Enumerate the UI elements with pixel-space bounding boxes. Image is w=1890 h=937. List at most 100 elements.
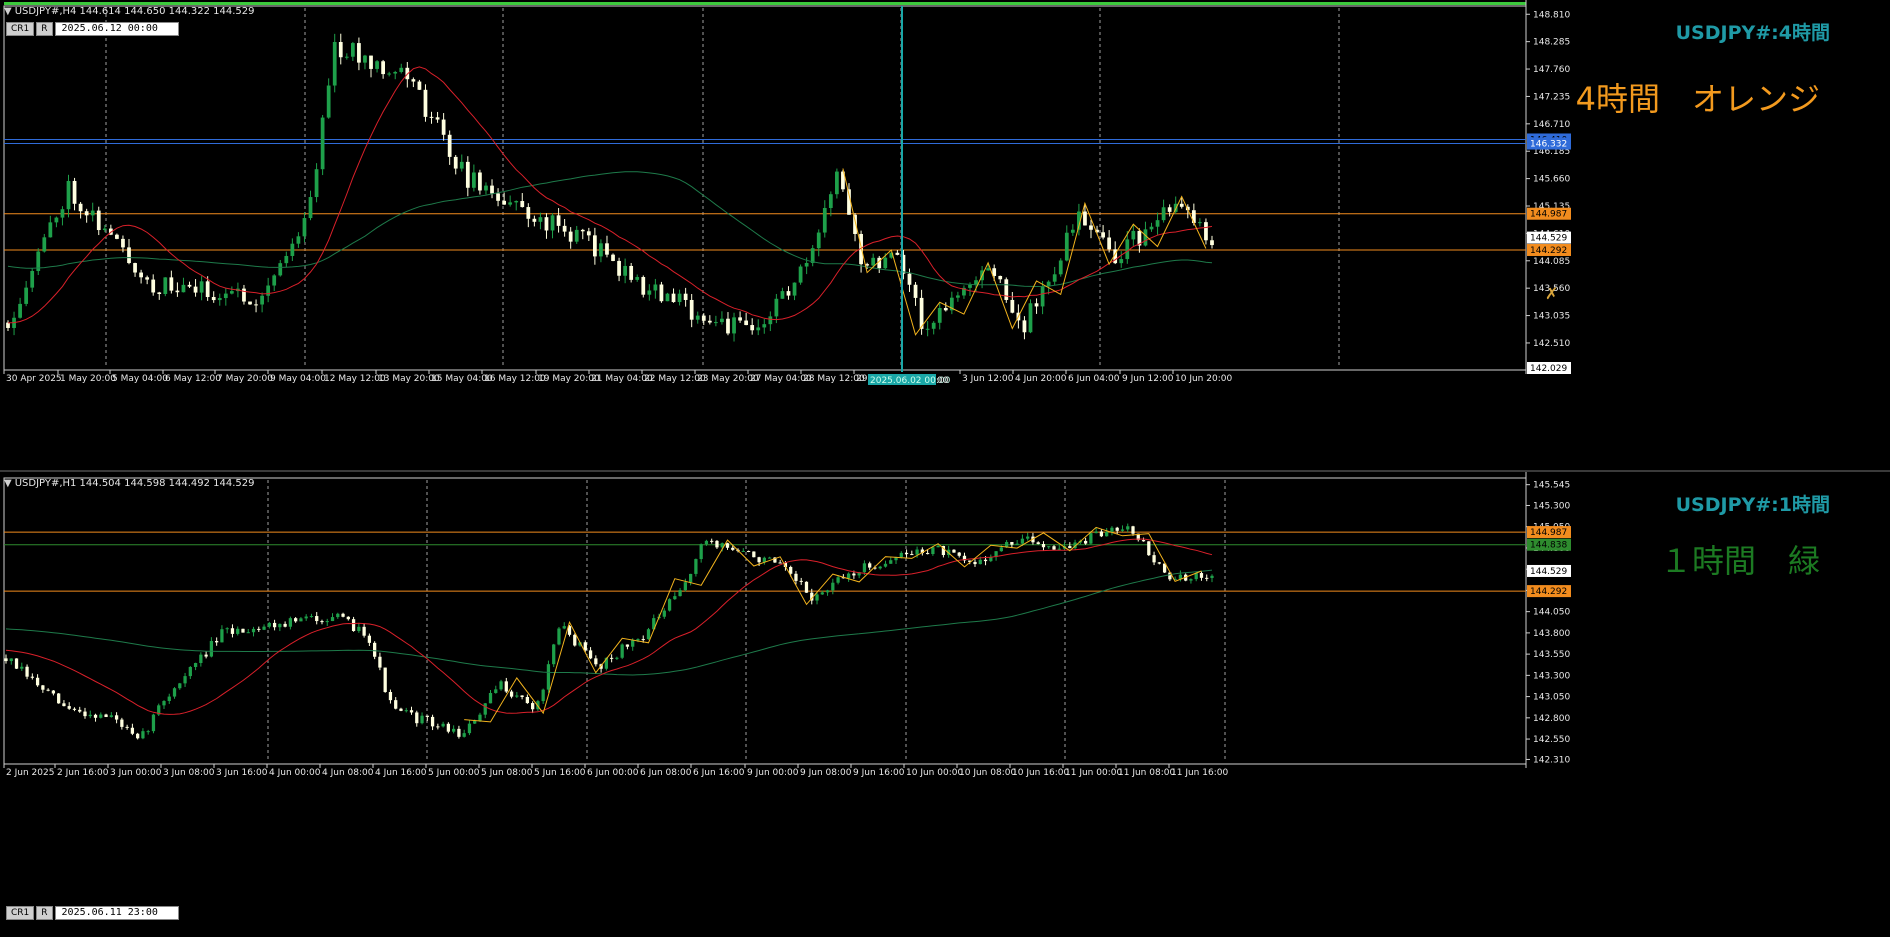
- candle-body: [836, 577, 840, 583]
- time-tick-label: 4 Jun 08:00: [322, 768, 374, 778]
- candle-body: [520, 201, 525, 208]
- candle-body: [1057, 548, 1061, 550]
- price-label-text: 144.292: [1530, 246, 1567, 256]
- candle-body: [588, 650, 593, 659]
- candle-body: [496, 193, 500, 201]
- candle-body: [51, 690, 56, 694]
- candle-body: [429, 116, 434, 118]
- current-price-text: 144.529: [1530, 567, 1567, 577]
- candle-body: [653, 284, 658, 291]
- candle-body: [378, 656, 382, 668]
- candle-body: [399, 67, 404, 72]
- candle-body: [272, 622, 277, 628]
- candle-body: [120, 719, 124, 727]
- candle-body: [188, 666, 192, 677]
- candle-body: [4, 658, 8, 662]
- candle-body: [998, 275, 1003, 280]
- candle-body: [304, 616, 308, 619]
- time-tick-label: 10 Jun 16:00: [1012, 768, 1069, 778]
- candle-body: [973, 561, 977, 565]
- candle-body: [557, 628, 561, 645]
- cr1-button[interactable]: CR1: [6, 22, 35, 36]
- candle-body: [1110, 527, 1114, 532]
- r-button[interactable]: R: [36, 22, 53, 36]
- candle-body: [538, 217, 543, 222]
- candle-body: [459, 161, 464, 169]
- h1-datetime-field[interactable]: 2025.06.11 23:00: [54, 906, 179, 920]
- candle-body: [592, 235, 597, 257]
- time-tick-label: 6 May 12:00: [165, 374, 221, 384]
- h1-chart-pane[interactable]: 145.545145.300145.050144.800144.550144.3…: [0, 472, 1890, 937]
- h4-datetime-field[interactable]: 2025.06.12 00:00: [54, 22, 179, 36]
- candle-body: [193, 662, 198, 667]
- collapse-arrow-icon[interactable]: ▼: [4, 478, 12, 489]
- candle-body: [689, 299, 694, 320]
- h4-chart-pane[interactable]: 148.810 148.285 147.760 147.235 146.710 146.1…: [0, 0, 1890, 470]
- candle-body: [957, 552, 961, 556]
- candle-body: [1131, 230, 1136, 240]
- candle-body: [883, 563, 888, 567]
- candle-body: [483, 703, 487, 715]
- candle-body: [532, 218, 537, 222]
- time-tick-label: 9 Jun 16:00: [853, 768, 905, 778]
- candle-body: [223, 293, 228, 299]
- price-tick-label: 147.760: [1533, 65, 1570, 75]
- candle-body: [605, 243, 609, 255]
- candle-body: [710, 540, 714, 542]
- cr1-button[interactable]: CR1: [6, 906, 35, 920]
- candle-body: [552, 644, 556, 665]
- collapse-arrow-icon[interactable]: ▼: [4, 6, 12, 17]
- candle-body: [594, 658, 598, 665]
- candle-body: [768, 316, 773, 325]
- time-tick-label: 5 Jun 08:00: [481, 768, 533, 778]
- candle-body: [25, 666, 29, 677]
- candle-body: [1034, 303, 1039, 307]
- price-tick-label: 145.300: [1533, 501, 1570, 511]
- time-tick-label: 3 Jun 12:00: [962, 374, 1014, 384]
- candle-body: [90, 210, 95, 216]
- candle-body: [1189, 579, 1193, 581]
- candle-body: [514, 201, 519, 203]
- candle-body: [586, 231, 591, 236]
- candle-body: [357, 43, 361, 63]
- candle-body: [262, 626, 266, 630]
- candle-body: [726, 318, 730, 334]
- candle-body: [910, 554, 914, 556]
- candle-body: [417, 81, 422, 90]
- candle-body: [46, 689, 50, 691]
- h1-chart-canvas[interactable]: 145.545145.300145.050144.800144.550144.3…: [0, 472, 1890, 937]
- time-tick-label: 6 Jun 16:00: [693, 768, 745, 778]
- candle-body: [266, 285, 271, 296]
- candle-body: [462, 733, 466, 737]
- h4-chart-canvas[interactable]: 148.810148.285147.760147.235146.710146.1…: [0, 0, 1890, 470]
- candle-body: [983, 559, 988, 562]
- candle-body: [525, 696, 530, 704]
- candle-body: [786, 291, 791, 296]
- candle-body: [441, 119, 446, 135]
- candle-body: [629, 265, 634, 280]
- candle-body: [167, 696, 171, 701]
- candle-body: [296, 236, 301, 244]
- candle-body: [338, 42, 343, 58]
- candle-body: [1199, 573, 1204, 578]
- candle-body: [363, 55, 367, 63]
- candle-body: [1143, 229, 1148, 246]
- candle-body: [943, 307, 948, 311]
- candle-body: [72, 708, 77, 710]
- candle-body: [968, 284, 972, 288]
- candle-body: [57, 693, 61, 704]
- candle-body: [1119, 259, 1124, 264]
- r-button[interactable]: R: [36, 906, 53, 920]
- candle-body: [78, 709, 82, 712]
- candle-body: [326, 85, 331, 118]
- candle-body: [641, 639, 645, 641]
- candle-body: [515, 695, 519, 697]
- candle-body: [114, 715, 119, 720]
- price-label-text: 144.838: [1530, 541, 1567, 551]
- time-tick-label: 5 May 04:00: [112, 374, 168, 384]
- candle-body: [1064, 232, 1069, 261]
- candle-body: [752, 551, 756, 558]
- candle-body: [641, 277, 646, 295]
- candle-body: [441, 723, 445, 727]
- candle-body: [1155, 220, 1160, 227]
